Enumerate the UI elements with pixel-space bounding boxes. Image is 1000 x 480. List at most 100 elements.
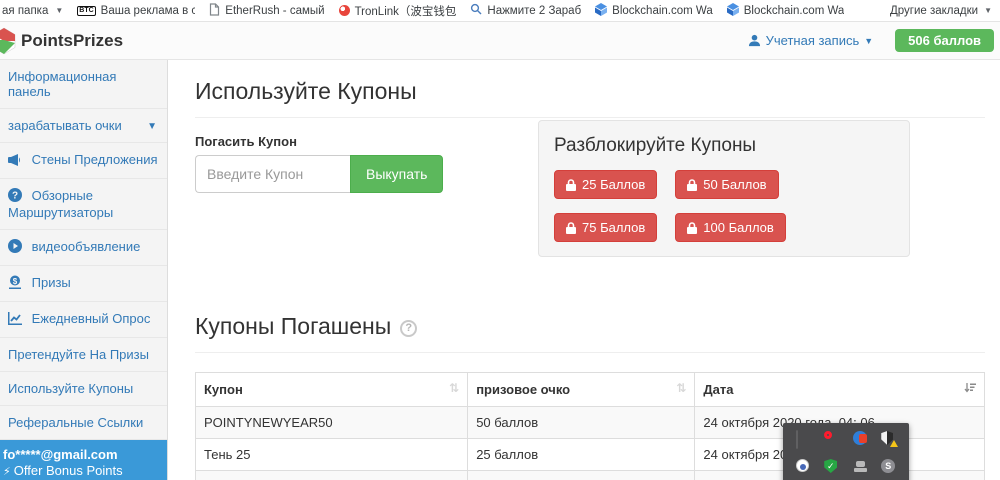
coupon-input[interactable] — [195, 155, 350, 193]
chevron-down-icon: ▼ — [147, 119, 157, 134]
bookmark-item[interactable]: EtherRush - самый — [209, 3, 324, 19]
bookmark-folder[interactable]: ая папка ▼ — [2, 5, 63, 17]
redeem-form: Выкупать — [195, 155, 438, 193]
cell-points: 25 баллов — [468, 439, 695, 471]
sidebar: Информационная панель зарабатывать очки … — [0, 60, 168, 480]
unlock-75-points-button[interactable]: 75 Баллов — [554, 213, 657, 242]
lock-icon — [687, 222, 697, 234]
page-title: Используйте Купоны — [195, 78, 985, 105]
person-icon — [748, 34, 761, 47]
bookmark-label: Нажмите 2 Зараб — [487, 5, 581, 17]
chart-line-icon — [8, 313, 26, 328]
bookmark-item[interactable]: BTC Ваша реклама в с — [77, 5, 195, 17]
column-header-date[interactable]: Дата — [695, 373, 985, 407]
chevron-down-icon: ▼ — [55, 6, 63, 15]
sidebar-item-earn-points[interactable]: зарабатывать очки ▼ — [0, 109, 167, 143]
sidebar-item-survey-routers[interactable]: ? Обзорные Маршрутизаторы — [0, 179, 167, 230]
bookmark-item[interactable]: Нажмите 2 Зараб — [470, 3, 581, 18]
app-red-blue-icon[interactable] — [853, 431, 868, 446]
chevron-down-icon: ▼ — [864, 36, 873, 46]
pointsprizes-logo-icon — [0, 27, 17, 55]
sidebar-item-daily-poll[interactable]: Ежедневный Опрос — [0, 302, 167, 338]
sort-icon[interactable]: ⇅ — [676, 382, 686, 395]
unlock-button-label: 25 Баллов — [582, 177, 645, 192]
unlock-coupons-panel: Разблокируйте Купоны 25 Баллов 50 Баллов… — [538, 120, 910, 257]
bookmark-label: Blockchain.com Wa — [612, 5, 713, 17]
notification-message: Offer Bonus Points — [14, 463, 123, 478]
sidebar-item-claim-prizes[interactable]: Претендуйте На Призы — [0, 338, 167, 372]
bookmark-label: Ваша реклама в с — [101, 5, 196, 17]
screen: ая папка ▼ BTC Ваша реклама в с EtherRus… — [0, 0, 1000, 480]
chevron-down-icon: ▼ — [984, 6, 992, 15]
shield-check-icon[interactable]: ✓ — [824, 459, 839, 474]
bookmark-item[interactable]: Blockchain.com Wa — [727, 3, 845, 19]
page-icon — [209, 3, 220, 19]
other-bookmarks[interactable]: Другие закладки ▼ — [890, 5, 992, 17]
bookmark-item[interactable]: Blockchain.com Wa — [595, 3, 713, 19]
redeem-button[interactable]: Выкупать — [350, 155, 443, 193]
shield-warning-icon[interactable] — [881, 431, 896, 446]
svg-text:$: $ — [13, 277, 18, 286]
help-icon[interactable]: ? — [400, 320, 417, 337]
media-player-icon[interactable] — [796, 459, 811, 474]
sort-icon[interactable]: ⇅ — [449, 382, 459, 395]
unlock-button-label: 75 Баллов — [582, 220, 645, 235]
points-balance-badge[interactable]: 506 баллов — [895, 29, 994, 52]
search-icon — [470, 3, 482, 18]
sidebar-item-video-ads[interactable]: видеообъявление — [0, 230, 167, 266]
bookmark-label: TronLink（波宝钱包 — [355, 3, 457, 19]
sidebar-item-use-coupons[interactable]: Используйте Купоны — [0, 372, 167, 406]
question-circle-icon: ? — [8, 190, 26, 205]
redeemed-coupons-title: Купоны Погашены — [195, 313, 391, 340]
sidebar-item-label: Призы — [32, 275, 71, 290]
cell-coupon: Бесстрашный 50 — [196, 471, 468, 480]
bookmark-item[interactable]: TronLink（波宝钱包 — [339, 3, 457, 19]
sidebar-item-dashboard[interactable]: Информационная панель — [0, 60, 167, 109]
cell-coupon: POINTYNEWYEAR50 — [196, 407, 468, 439]
sidebar-item-offer-walls[interactable]: Стены Предложения — [0, 143, 167, 179]
system-tray-popup: ✓ S — [783, 423, 909, 480]
account-label: Учетная запись — [766, 33, 860, 48]
brand-logo[interactable]: PointsPrizes — [0, 27, 123, 55]
main-content: Используйте Купоны Погасить Купон Выкупа… — [168, 60, 1000, 480]
sidebar-item-label: Ежедневный Опрос — [32, 311, 151, 326]
account-menu[interactable]: Учетная запись ▼ — [748, 33, 874, 48]
divider — [195, 117, 985, 118]
sidebar-item-label: Претендуйте На Призы — [8, 347, 149, 362]
s-badge-icon[interactable]: S — [881, 459, 896, 474]
sidebar-item-label: Используйте Купоны — [8, 381, 133, 396]
opera-icon[interactable] — [824, 431, 839, 446]
blockchain-icon — [727, 3, 739, 19]
brand-name: PointsPrizes — [21, 31, 123, 51]
unlock-25-points-button[interactable]: 25 Баллов — [554, 170, 657, 199]
sort-desc-icon[interactable] — [964, 382, 976, 397]
sidebar-item-label: Информационная панель — [8, 69, 116, 99]
unlock-button-label: 100 Баллов — [703, 220, 774, 235]
other-bookmarks-label: Другие закладки — [890, 5, 978, 17]
play-circle-icon — [8, 241, 26, 256]
bookmark-label: ая папка — [2, 5, 48, 17]
bookmarks-bar: ая папка ▼ BTC Ваша реклама в с EtherRus… — [0, 0, 1000, 22]
column-header-points[interactable]: призовое очко ⇅ — [468, 373, 695, 407]
megaphone-icon — [8, 154, 26, 169]
column-header-coupon[interactable]: Купон ⇅ — [196, 373, 468, 407]
unlock-50-points-button[interactable]: 50 Баллов — [675, 170, 778, 199]
notification-offer-bonus[interactable]: fo*****@gmail.com ⚡Offer Bonus Points — [0, 440, 167, 480]
window-icon[interactable] — [796, 431, 811, 446]
btc-icon: BTC — [77, 6, 95, 16]
svg-text:?: ? — [12, 191, 18, 202]
unlock-100-points-button[interactable]: 100 Баллов — [675, 213, 786, 242]
lightning-icon: ⚡ — [3, 466, 11, 478]
sidebar-item-label: зарабатывать очки — [8, 118, 122, 133]
sidebar-item-label: видеообъявление — [32, 239, 141, 254]
stamp-icon[interactable] — [853, 459, 868, 474]
tronlink-icon — [339, 5, 350, 16]
cell-points: 50 баллов — [468, 407, 695, 439]
blockchain-icon — [595, 3, 607, 19]
money-icon: $ — [8, 277, 26, 292]
sidebar-item-referral-links[interactable]: Реферальные Ссылки — [0, 406, 167, 440]
sidebar-item-prizes[interactable]: $ Призы — [0, 266, 167, 302]
lock-icon — [566, 222, 576, 234]
lock-icon — [687, 179, 697, 191]
lock-icon — [566, 179, 576, 191]
